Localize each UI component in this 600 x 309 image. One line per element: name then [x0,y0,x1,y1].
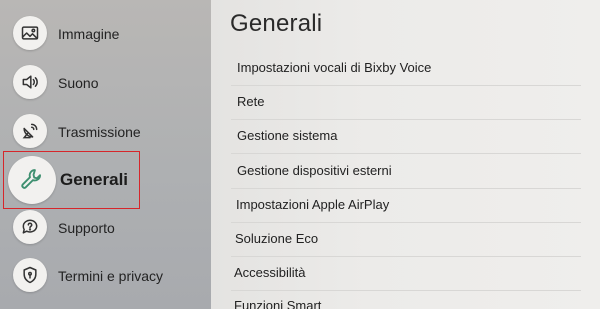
sidebar-item-suono[interactable]: Suono [0,61,211,105]
image-icon [13,16,47,50]
menu-item-label: Impostazioni Apple AirPlay [236,197,390,212]
speaker-icon [13,65,47,99]
sidebar-item-label: Suono [58,75,99,91]
sidebar-item-label: Trasmissione [58,124,141,140]
page-title: Generali [230,10,323,37]
support-icon [13,210,47,244]
sidebar-item-supporto[interactable]: Supporto [0,206,211,250]
menu-item-label: Rete [237,94,265,109]
sidebar-item-trasmissione[interactable]: Trasmissione [0,110,211,154]
settings-panel: Generali Impostazioni vocali di Bixby Vo… [211,0,600,309]
menu-item-label: Funzioni Smart [234,298,322,309]
sidebar-item-immagine[interactable]: Immagine [0,12,211,56]
menu-item-rete[interactable]: Rete [231,86,581,120]
menu-item-funzioni-smart[interactable]: Funzioni Smart [231,290,581,309]
sidebar-item-termini-privacy[interactable]: Termini e privacy [0,254,211,298]
selection-highlight [3,151,140,209]
satellite-icon [13,114,47,148]
shield-icon [13,258,47,292]
menu-item-label: Gestione dispositivi esterni [237,163,392,178]
sidebar-item-label: Termini e privacy [58,268,164,284]
menu-item-label: Accessibilità [234,265,306,280]
menu-item-soluzione-eco[interactable]: Soluzione Eco [231,223,581,257]
menu-item-label: Soluzione Eco [235,231,319,246]
menu-item-dispositivi-esterni[interactable]: Gestione dispositivi esterni [231,155,581,189]
menu-item-label: Gestione sistema [237,128,338,143]
menu-item-label: Impostazioni vocali di Bixby Voice [237,60,432,75]
menu-item-accessibilita[interactable]: Accessibilità [231,257,581,291]
sidebar: Immagine Suono Trasmissione Generali Sup… [0,0,211,309]
menu-item-bixby-voice[interactable]: Impostazioni vocali di Bixby Voice [231,52,581,86]
sidebar-item-label: Supporto [58,220,115,236]
menu-item-apple-airplay[interactable]: Impostazioni Apple AirPlay [231,189,581,223]
menu-item-gestione-sistema[interactable]: Gestione sistema [231,120,581,154]
sidebar-item-label: Immagine [58,26,120,42]
